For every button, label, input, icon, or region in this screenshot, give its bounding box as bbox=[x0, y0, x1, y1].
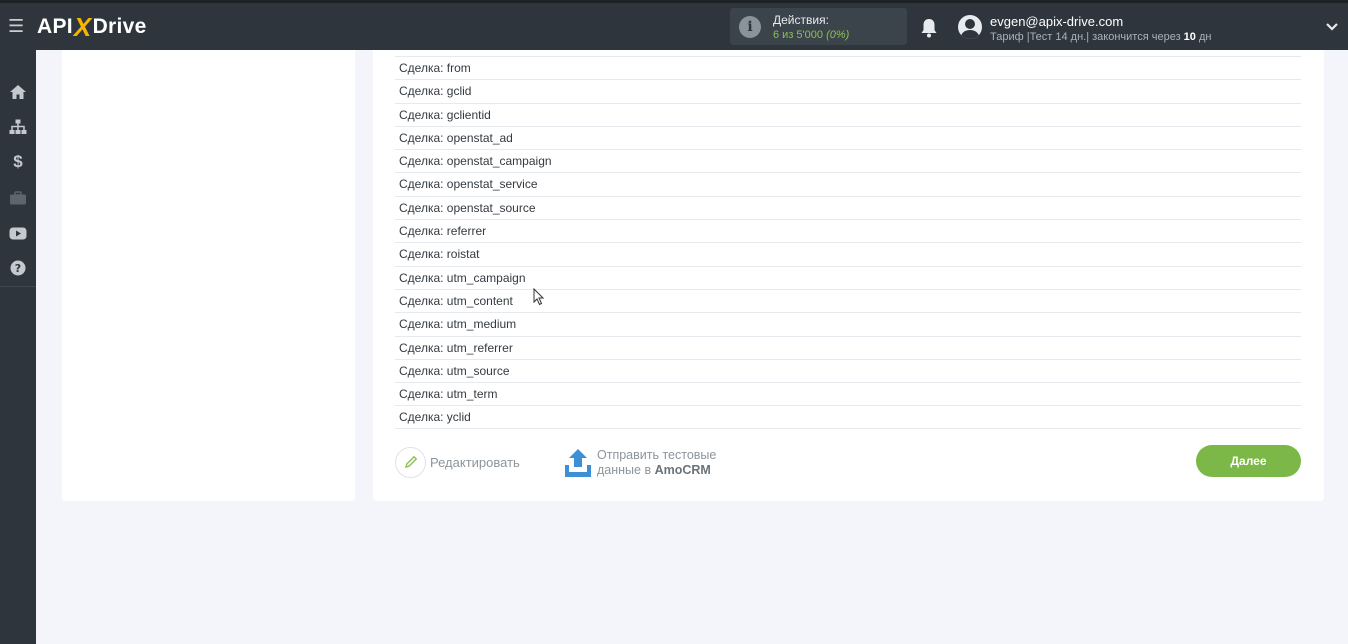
field-row[interactable]: Сделка: openstat_ad bbox=[395, 125, 1301, 149]
field-row[interactable]: Сделка: yclid bbox=[395, 405, 1301, 429]
left-panel bbox=[62, 50, 355, 501]
mouse-cursor-icon bbox=[533, 288, 545, 306]
field-row[interactable]: Сделка: utm_referrer bbox=[395, 335, 1301, 359]
field-row[interactable]: Сделка: openstat_campaign bbox=[395, 149, 1301, 172]
info-icon: i bbox=[739, 16, 761, 38]
field-row[interactable]: Сделка: openstat_source bbox=[395, 195, 1301, 219]
next-button[interactable]: Далее bbox=[1196, 445, 1301, 477]
pencil-icon bbox=[395, 446, 426, 478]
plan-info: Тариф |Тест 14 дн.| закончится через 10 … bbox=[990, 31, 1211, 43]
field-list: Сделка: from Сделка: gclid Сделка: gclient… bbox=[395, 56, 1301, 429]
top-bar: ☰ API X Drive i Действия: 6 из 5'000 (0%) … bbox=[0, 0, 1348, 50]
plan-days: 10 bbox=[1183, 31, 1196, 43]
field-row[interactable]: Сделка: utm_medium bbox=[395, 312, 1301, 335]
logo-drive: Drive bbox=[92, 15, 147, 38]
field-row[interactable]: Сделка: gclientid bbox=[395, 102, 1301, 126]
field-row[interactable]: Сделка: openstat_service bbox=[395, 172, 1301, 195]
send-test-data-label: Отправить тестовые данные в AmoCRM bbox=[597, 448, 716, 478]
field-row[interactable]: Сделка: referrer bbox=[395, 219, 1301, 242]
edit-label: Редактировать bbox=[430, 454, 520, 470]
field-row[interactable]: Сделка: utm_source bbox=[395, 358, 1301, 382]
user-avatar-icon[interactable] bbox=[958, 15, 982, 39]
send-label-line1: Отправить тестовые bbox=[597, 448, 717, 462]
dollar-icon[interactable]: $ bbox=[0, 144, 36, 180]
field-row[interactable]: Сделка: utm_term bbox=[395, 382, 1301, 405]
field-row[interactable]: Сделка: utm_campaign bbox=[395, 265, 1301, 289]
upload-icon bbox=[565, 449, 591, 477]
actions-percent: (0%) bbox=[826, 29, 850, 41]
home-icon[interactable] bbox=[0, 74, 36, 110]
plan-suffix: дн bbox=[1195, 31, 1212, 43]
svg-text:?: ? bbox=[15, 262, 21, 275]
logo-x: X bbox=[73, 11, 92, 42]
send-label-service: AmoCRM bbox=[654, 463, 711, 477]
field-row[interactable]: Сделка: roistat bbox=[395, 242, 1301, 265]
sitemap-icon[interactable] bbox=[0, 109, 36, 145]
help-icon[interactable]: ? bbox=[0, 250, 36, 286]
field-row[interactable]: Сделка: from bbox=[395, 56, 1301, 79]
field-row[interactable]: Сделка: utm_content bbox=[395, 288, 1301, 312]
edit-button[interactable]: Редактировать bbox=[395, 446, 520, 478]
main-panel: Сделка: from Сделка: gclid Сделка: gclient… bbox=[373, 50, 1324, 501]
menu-icon[interactable]: ☰ bbox=[8, 17, 26, 35]
actions-label: Действия: bbox=[773, 13, 829, 27]
plan-prefix: Тариф |Тест 14 дн.| закончится через bbox=[990, 31, 1184, 43]
chevron-down-icon[interactable] bbox=[1325, 21, 1339, 33]
bell-icon[interactable] bbox=[920, 18, 938, 38]
send-label-prefix: данные в bbox=[597, 463, 655, 477]
send-label-line2: данные в AmoCRM bbox=[597, 463, 716, 478]
sidebar-divider bbox=[0, 286, 36, 287]
actions-value: 6 из 5'000 (0%) bbox=[773, 29, 849, 41]
left-sidebar: $ ? bbox=[0, 50, 36, 644]
send-test-data-button[interactable]: Отправить тестовые данные в AmoCRM bbox=[564, 446, 716, 480]
youtube-icon[interactable] bbox=[0, 215, 36, 251]
briefcase-icon[interactable] bbox=[0, 180, 36, 216]
logo-api: API bbox=[37, 15, 73, 38]
actions-counter[interactable]: i Действия: 6 из 5'000 (0%) bbox=[730, 8, 907, 45]
user-email[interactable]: evgen@apix-drive.com bbox=[990, 14, 1123, 29]
field-row[interactable]: Сделка: gclid bbox=[395, 79, 1301, 102]
logo[interactable]: API X Drive bbox=[37, 12, 147, 42]
actions-count: 6 из 5'000 bbox=[773, 29, 823, 41]
